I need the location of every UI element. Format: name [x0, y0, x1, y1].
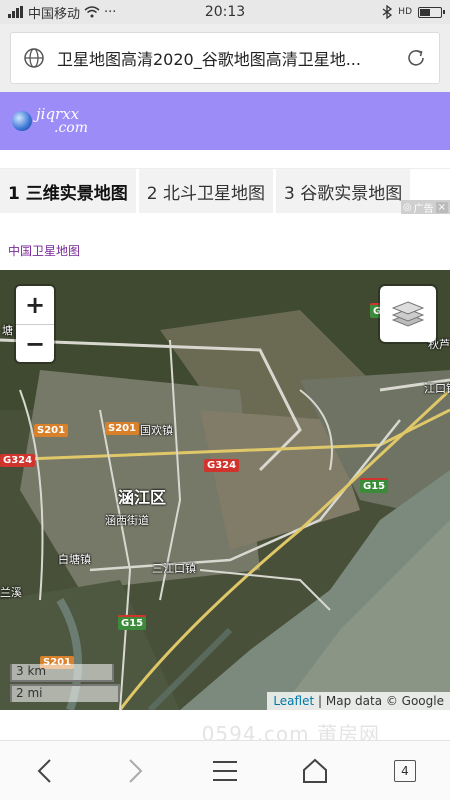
- tabs-icon: 4: [394, 759, 416, 782]
- road-s201: S201: [34, 424, 69, 437]
- place-baitang: 白塘镇: [58, 553, 91, 566]
- home-button[interactable]: [295, 751, 335, 791]
- site-banner: jiqrxx .com: [0, 92, 450, 150]
- attribution-text: | Map data © Google: [318, 694, 444, 708]
- more-dots-icon: ···: [104, 4, 117, 20]
- place-lanxi: 兰溪: [0, 586, 22, 599]
- logo-line2: .com: [54, 120, 88, 136]
- map-scale: 3 km 2 mi: [10, 664, 120, 702]
- china-satellite-map-link[interactable]: 中国卫星地图: [8, 242, 80, 259]
- scale-km: 3 km: [10, 664, 114, 682]
- place-sanjiangkou: 三江口镇: [152, 562, 196, 575]
- forward-button[interactable]: [115, 751, 155, 791]
- refresh-icon[interactable]: [405, 47, 427, 69]
- tabs-button[interactable]: 4: [385, 751, 425, 791]
- status-bar: 中国移动 ··· 20:13 HD: [0, 0, 450, 24]
- place-hanjiang: 涵江区: [118, 488, 167, 507]
- road-g324: G324: [204, 459, 240, 472]
- globe-icon: [24, 48, 44, 68]
- map-tabs: 1 三维实景地图 2 北斗卫星地图 3 谷歌实景地图: [0, 168, 450, 214]
- map-attribution: Leaflet | Map data © Google: [267, 692, 450, 710]
- carrier-label: 中国移动: [28, 6, 81, 22]
- zoom-in-button[interactable]: +: [16, 286, 54, 324]
- menu-icon: [213, 760, 237, 781]
- home-icon: [303, 758, 327, 783]
- place-hanxi: 涵西街道: [105, 514, 149, 527]
- ad-info-icon: ◎: [402, 201, 412, 213]
- leaflet-link[interactable]: Leaflet: [273, 694, 314, 708]
- tab-beidou-map[interactable]: 2 北斗卫星地图: [138, 169, 273, 213]
- site-logo[interactable]: jiqrxx .com: [12, 107, 88, 135]
- ad-badge[interactable]: ◎ 广告 ×: [400, 200, 450, 215]
- ad-label: 广告: [413, 203, 434, 215]
- page-title[interactable]: 卫星地图高清2020_谷歌地图高清卫星地...: [57, 46, 405, 70]
- battery-icon: [418, 6, 445, 18]
- bluetooth-icon: [382, 5, 393, 19]
- layers-button[interactable]: [380, 286, 436, 342]
- network-icon: HD: [398, 7, 412, 17]
- road-g324: G324: [0, 454, 36, 467]
- back-icon: [37, 758, 51, 783]
- browser-address-bar: 卫星地图高清2020_谷歌地图高清卫星地...: [0, 24, 450, 92]
- forward-icon: [129, 758, 143, 783]
- road-g15: G15: [118, 615, 147, 630]
- place-guohuan: 国欢镇: [140, 424, 173, 437]
- scale-mi: 2 mi: [10, 684, 120, 702]
- back-button[interactable]: [25, 751, 65, 791]
- zoom-out-button[interactable]: −: [16, 324, 54, 362]
- battery-level: [420, 8, 431, 16]
- logo-globe-icon: [12, 111, 32, 131]
- url-box[interactable]: 卫星地图高清2020_谷歌地图高清卫星地...: [10, 32, 440, 84]
- road-g15: G15: [360, 478, 389, 493]
- signal-icon: [8, 6, 23, 18]
- tab-3d-map[interactable]: 1 三维实景地图: [0, 169, 136, 213]
- wifi-icon: [84, 6, 100, 18]
- road-s201: S201: [105, 422, 140, 435]
- browser-bottom-nav: 4: [0, 740, 450, 800]
- menu-button[interactable]: [205, 751, 245, 791]
- layers-icon: [391, 301, 425, 327]
- ad-close-icon[interactable]: ×: [435, 201, 448, 213]
- tab-google-map[interactable]: 3 谷歌实景地图: [275, 169, 411, 213]
- satellite-map[interactable]: 涵江区 国欢镇 涵西街道 白塘镇 三江口镇 江口镇 塘 兰溪 秋芦 S201 S…: [0, 270, 450, 710]
- place-edge-left: 塘: [2, 324, 13, 337]
- logo-text: jiqrxx .com: [36, 107, 88, 136]
- place-jiangkou: 江口镇: [424, 382, 450, 395]
- zoom-control: + −: [16, 286, 54, 362]
